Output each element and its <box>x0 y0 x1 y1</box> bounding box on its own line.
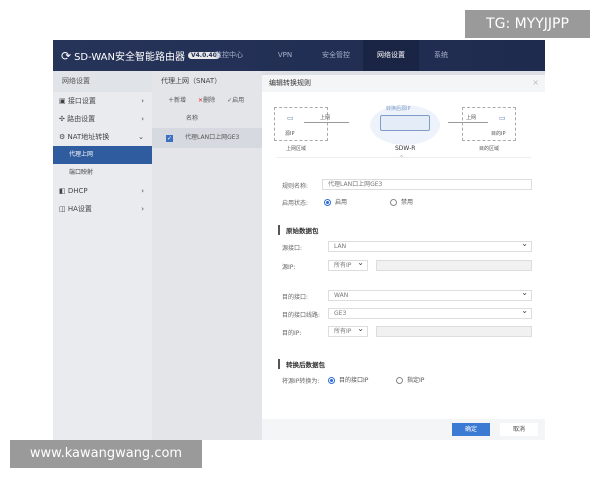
sidebar-item-dhcp[interactable]: ◧ DHCP › <box>53 182 152 200</box>
convert-label: 将源IP转换为: <box>282 378 320 385</box>
row-name: 代理LAN口上网GE3 <box>185 134 240 141</box>
delete-button[interactable]: ✕删除 <box>198 92 215 110</box>
src-ip-select[interactable]: 所有IP <box>328 258 368 271</box>
src-ip-label: 源IP <box>285 131 295 137</box>
ok-button[interactable]: 确定 <box>452 423 490 436</box>
close-icon[interactable]: × <box>532 78 539 87</box>
src-ip-field-label: 源IP: <box>282 264 296 271</box>
router-icon <box>380 115 430 131</box>
translated-packet-section: 转换后数据包 <box>278 359 325 369</box>
source-zone-box: ▭ 源IP <box>274 107 328 141</box>
dhcp-icon: ◧ <box>59 187 68 195</box>
list-title: 代理上网（SNAT） <box>161 77 222 85</box>
chevron-right-icon: › <box>141 115 144 123</box>
ha-icon: ◫ <box>59 205 68 213</box>
label: 路由设置 <box>67 115 96 123</box>
label: 接口设置 <box>67 97 96 105</box>
dst-line-select[interactable]: GE3 <box>328 306 532 319</box>
arrow-line <box>304 122 349 123</box>
convert-dst-if-ip-radio[interactable]: 目的接口IP <box>328 375 368 384</box>
status-label: 启用状态: <box>282 200 309 207</box>
sidebar-title: 网络设置 <box>53 71 152 92</box>
rule-name-input[interactable]: 代理LAN口上网GE3 <box>322 179 532 190</box>
label: 启用 <box>335 199 348 206</box>
chevron-down-icon: ⌄ <box>138 133 144 141</box>
src-ip-input[interactable] <box>376 260 532 271</box>
label: DHCP <box>67 187 88 195</box>
sidebar-item-ha[interactable]: ◫ HA设置 › <box>53 200 152 218</box>
dst-ip-input[interactable] <box>376 326 532 337</box>
chevron-right-icon: › <box>141 205 144 213</box>
dst-ip-label: 目的IP <box>491 131 506 137</box>
route-icon: ✣ <box>59 115 68 123</box>
label: 删除 <box>203 97 216 104</box>
sidebar-item-nat[interactable]: ⚙ NAT地址转换 ⌄ <box>53 128 152 146</box>
device-label: SDW-R <box>395 145 416 152</box>
src-interface-select[interactable]: LAN <box>328 239 532 252</box>
chevron-right-icon: › <box>141 97 144 105</box>
status-disable-radio[interactable]: 禁用 <box>390 197 413 206</box>
sidebar-item-interface[interactable]: ▣ 接口设置 › <box>53 92 152 110</box>
label: 启用 <box>232 97 245 104</box>
top-header: ⟳ SD-WAN安全智能路由器 V4.0.40 监控中心 VPN 安全管控 网络… <box>53 40 545 71</box>
rule-list-panel: 代理上网（SNAT） ＋新增 ✕删除 ✓启用 名称 ✓ 代理LAN口上网GE3 <box>152 71 262 440</box>
dst-ip-field-label: 目的IP: <box>282 330 302 337</box>
cancel-button[interactable]: 取消 <box>500 423 538 436</box>
label: 禁用 <box>401 199 414 206</box>
label: 指定IP <box>407 377 425 384</box>
converted-ip-label: 转换后源IP <box>386 106 411 112</box>
rule-name-label: 规则名称: <box>282 183 309 190</box>
monitor-icon: ▭ <box>287 114 294 122</box>
nav-security[interactable]: 安全管控 <box>308 40 364 71</box>
label: NAT地址转换 <box>67 133 110 141</box>
collapse-icon[interactable]: ^ <box>399 155 404 162</box>
dest-zone-box: ▭ 目的IP <box>462 107 516 141</box>
dst-ip-select[interactable]: 所有IP <box>328 324 368 337</box>
label: HA设置 <box>67 205 92 213</box>
sidebar-item-route[interactable]: ✣ 路由设置 › <box>53 110 152 128</box>
dst-interface-label: 目的接口: <box>282 294 309 301</box>
dst-interface-select[interactable]: WAN <box>328 288 532 301</box>
convert-specified-ip-radio[interactable]: 指定IP <box>396 375 424 384</box>
app-window: ⟳ SD-WAN安全智能路由器 V4.0.40 监控中心 VPN 安全管控 网络… <box>53 40 545 440</box>
dst-zone-label: 目的区域 <box>479 146 500 152</box>
nav-network[interactable]: 网络设置 <box>363 40 419 71</box>
uplink-label: 上网 <box>320 115 331 121</box>
app-title: SD-WAN安全智能路由器 <box>74 52 185 63</box>
add-button[interactable]: ＋新增 <box>168 92 186 110</box>
modal-footer: 确定 取消 <box>262 419 545 440</box>
enable-button[interactable]: ✓启用 <box>227 92 244 110</box>
modal-title: 编辑转换规则 <box>262 75 545 92</box>
nat-icon: ⚙ <box>59 133 68 141</box>
label: 目的接口IP <box>339 377 369 384</box>
sidebar-item-snat[interactable]: 代理上网 <box>53 146 152 164</box>
nav-monitor[interactable]: 监控中心 <box>201 40 257 71</box>
row-checkbox[interactable]: ✓ <box>166 134 173 142</box>
interface-icon: ▣ <box>59 97 68 105</box>
src-zone-label: 上网区域 <box>286 146 307 152</box>
nav-vpn[interactable]: VPN <box>257 40 313 71</box>
sidebar-item-port-mapping[interactable]: 端口映射 <box>53 164 152 182</box>
chevron-right-icon: › <box>141 187 144 195</box>
dst-line-label: 目的接口线路: <box>282 312 321 319</box>
src-interface-label: 源接口: <box>282 245 303 252</box>
monitor-icon: ▭ <box>499 114 506 122</box>
sidebar: 网络设置 ▣ 接口设置 › ✣ 路由设置 › ⚙ NAT地址转换 ⌄ 代理上网 端口映… <box>53 71 152 440</box>
logo-icon: ⟳ <box>61 48 72 63</box>
label: 新增 <box>174 97 187 104</box>
status-enable-radio[interactable]: 启用 <box>324 197 347 206</box>
site-watermark: www.kawangwang.com <box>10 440 202 468</box>
tg-watermark: TG: MYYJJPP <box>465 10 590 38</box>
column-header-name: 名称 <box>186 115 199 122</box>
brand: ⟳ SD-WAN安全智能路由器 V4.0.40 <box>61 48 220 63</box>
nav-system[interactable]: 系统 <box>413 40 469 71</box>
original-packet-section: 原始数据包 <box>278 225 319 235</box>
edit-rule-modal: 编辑转换规则 × ▭ 源IP 上网 上网区域 转换后源IP SDW-R 上网 ▭… <box>262 75 545 440</box>
table-row[interactable]: ✓ 代理LAN口上网GE3 <box>152 128 262 148</box>
